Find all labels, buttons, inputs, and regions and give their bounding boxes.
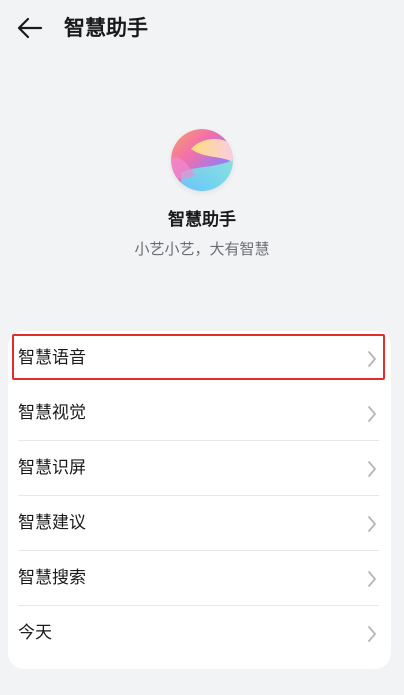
chevron-right-icon: [368, 461, 376, 477]
list-item-today[interactable]: 今天: [8, 606, 391, 661]
list-item-smart-search[interactable]: 智慧搜索: [8, 551, 391, 606]
chevron-right-icon: [368, 626, 376, 642]
app-header: 智慧助手 小艺小艺，大有智慧: [0, 120, 404, 259]
app-name: 智慧助手: [168, 210, 236, 230]
settings-list: 智慧语音 智慧视觉 智慧识屏 智慧建议 智慧搜索 今天: [8, 331, 391, 669]
list-item-label: 今天: [18, 623, 52, 643]
list-item-smart-vision[interactable]: 智慧视觉: [8, 386, 391, 441]
chevron-right-icon: [368, 351, 376, 367]
chevron-right-icon: [368, 516, 376, 532]
chevron-right-icon: [368, 571, 376, 587]
back-arrow-icon: [17, 17, 43, 39]
assistant-logo-icon: [171, 129, 233, 191]
list-item-smart-voice[interactable]: 智慧语音: [8, 331, 391, 386]
page-title: 智慧助手: [64, 16, 148, 40]
list-item-label: 智慧视觉: [18, 403, 86, 423]
back-button[interactable]: [14, 12, 46, 44]
list-item-label: 智慧识屏: [18, 458, 86, 478]
app-slogan: 小艺小艺，大有智慧: [134, 240, 270, 258]
list-item-smart-suggestion[interactable]: 智慧建议: [8, 496, 391, 551]
chevron-right-icon: [368, 406, 376, 422]
list-item-label: 智慧建议: [18, 513, 86, 533]
list-item-label: 智慧搜索: [18, 568, 86, 588]
list-item-label: 智慧语音: [18, 348, 86, 368]
top-bar: 智慧助手: [0, 0, 404, 56]
list-item-smart-screen[interactable]: 智慧识屏: [8, 441, 391, 496]
